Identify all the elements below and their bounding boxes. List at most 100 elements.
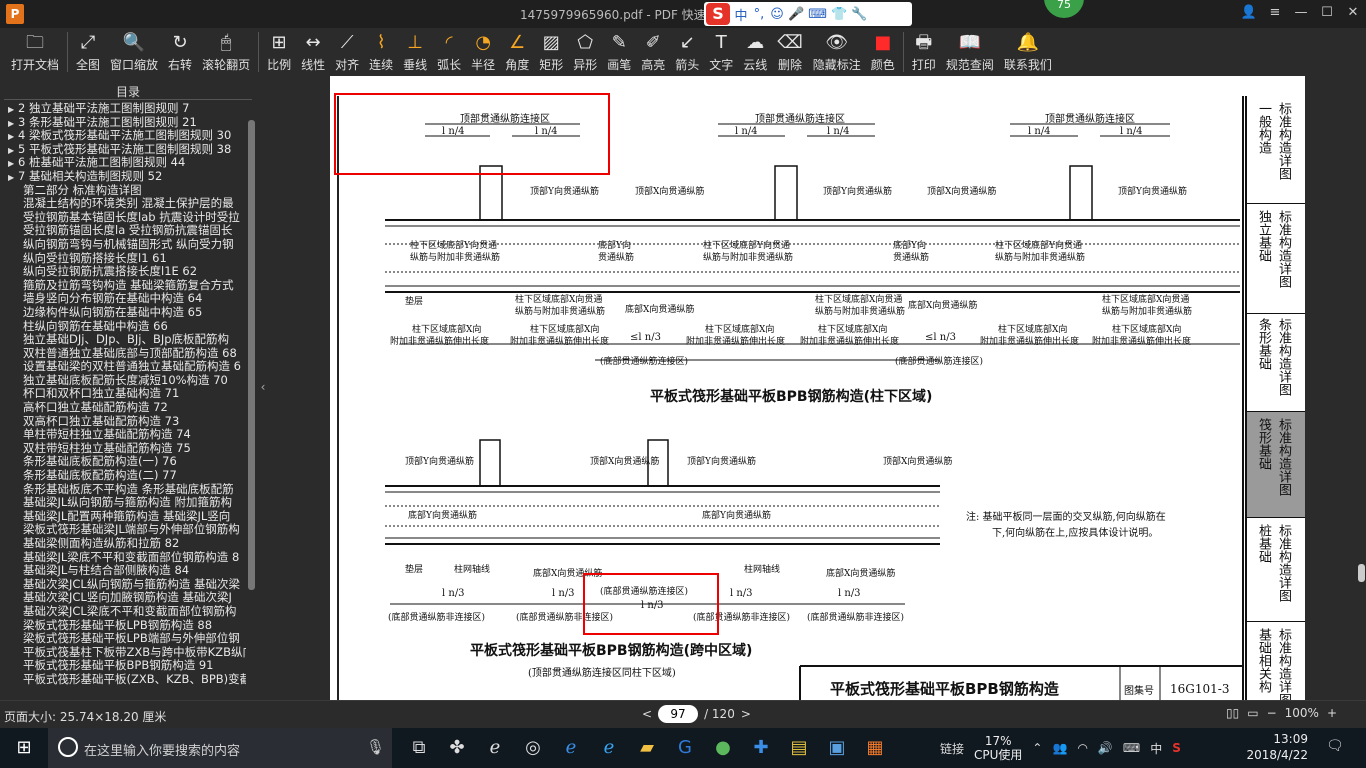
close-button[interactable]: ✕	[1340, 0, 1366, 28]
toc-item[interactable]: 条形基础板底不平构造 条形基础底板配筋	[0, 483, 246, 497]
spiral-app-icon[interactable]: ◎	[514, 728, 552, 768]
task-view-icon[interactable]: ⧉	[400, 728, 438, 768]
toc-item[interactable]: 平板式筏形基础平板(ZXB、KZB、BPB)变截	[0, 673, 246, 687]
menu-icon[interactable]: ≡	[1262, 0, 1288, 28]
expand-arrow-icon[interactable]: ▶	[8, 157, 18, 170]
sogou-logo-icon[interactable]: S	[706, 3, 730, 25]
scale-button[interactable]: ⊞ 比例	[262, 28, 296, 76]
toc-item[interactable]: 柱纵向钢筋在基础中构造 66	[0, 320, 246, 334]
toc-item[interactable]: 双柱普通独立基础底部与顶部配筋构造 68	[0, 347, 246, 361]
rotate-right-button[interactable]: ↻ 右转	[163, 28, 197, 76]
toc-item[interactable]: 纵向受拉钢筋抗震搭接长度l1E 62	[0, 265, 246, 279]
toc-item[interactable]: 条形基础底板配筋构造(一) 76	[0, 455, 246, 469]
text-button[interactable]: T 文字	[704, 28, 738, 76]
rectangle-button[interactable]: ▨ 矩形	[534, 28, 568, 76]
toc-item[interactable]: 梁板式筏形基础平板LPB钢筋构造 88	[0, 619, 246, 633]
expand-arrow-icon[interactable]: ▶	[8, 171, 18, 184]
minimize-button[interactable]: —	[1288, 0, 1314, 28]
notepad-icon[interactable]: ▤	[780, 728, 818, 768]
cloud-line-button[interactable]: ☁ 云线	[738, 28, 772, 76]
blue-plus-app-icon[interactable]: ✚	[742, 728, 780, 768]
hide-annotations-button[interactable]: 👁 隐藏标注	[808, 28, 866, 76]
highlight-button[interactable]: ✐ 高亮	[636, 28, 670, 76]
perpendicular-button[interactable]: ⊥ 垂线	[398, 28, 432, 76]
document-scrollbar[interactable]	[1356, 76, 1366, 700]
toc-item[interactable]: 独立基础底板配筋长度减短10%构造 70	[0, 374, 246, 388]
annotation-rectangle[interactable]	[583, 573, 719, 635]
chevron-up-icon[interactable]: ⌃	[1032, 741, 1042, 755]
side-tab-strip-foundation[interactable]: 标准构造详图 条形基础	[1245, 314, 1305, 412]
toc-item[interactable]: 纵向受拉钢筋搭接长度l1 61	[0, 252, 246, 266]
sogou-tray-icon[interactable]: S	[1172, 741, 1181, 755]
continuous-button[interactable]: ⌇ 连续	[364, 28, 398, 76]
toc-item[interactable]: 平板式筏形基础平板BPB钢筋构造 91	[0, 659, 246, 673]
toc-item[interactable]: 梁板式筏形基础梁JL端部与外伸部位钢筋构	[0, 523, 246, 537]
wifi-icon[interactable]: ◠	[1077, 741, 1087, 755]
spec-query-button[interactable]: 📖 规范查阅	[941, 28, 999, 76]
expand-arrow-icon[interactable]: ▶	[8, 144, 18, 157]
zoom-level[interactable]: 100%	[1285, 706, 1319, 720]
windows-start-icon[interactable]: ⊞	[0, 728, 48, 768]
input-language[interactable]: 中	[1150, 740, 1162, 757]
toc-item[interactable]: 独立基础DJj、DJp、BJj、BJp底板配筋构	[0, 333, 246, 347]
toc-item[interactable]: ▶ 5 平板式筏形基础平法施工图制图规则 38	[0, 143, 246, 157]
side-tab-related-structure[interactable]: 标准构造详图 基础相关构	[1245, 622, 1305, 700]
edge-icon[interactable]: ℯ	[552, 728, 590, 768]
toc-item[interactable]: 单柱带短柱独立基础配筋构造 74	[0, 428, 246, 442]
expand-arrow-icon[interactable]: ▶	[8, 103, 18, 116]
toc-item[interactable]: 基础次梁JCL梁底不平和变截面部位钢筋构	[0, 605, 246, 619]
file-explorer-icon[interactable]: ▰	[628, 728, 666, 768]
toc-item[interactable]: ▶ 7 基础相关构造制图规则 52	[0, 170, 246, 184]
briefcase-app-icon[interactable]: ▣	[818, 728, 856, 768]
toc-item[interactable]: 箍筋及拉筋弯钩构造 基础梁箍筋复合方式	[0, 279, 246, 293]
skin-icon[interactable]: 👕	[831, 7, 847, 22]
prev-page-button[interactable]: <	[642, 707, 652, 721]
toc-item[interactable]: ▶ 4 梁板式筏形基础平法施工图制图规则 30	[0, 129, 246, 143]
toc-scroll-thumb[interactable]	[248, 120, 255, 590]
print-button[interactable]: 🖶 打印	[907, 28, 941, 76]
toc-item[interactable]: 纵向钢筋弯钩与机械锚固形式 纵向受力钢	[0, 238, 246, 252]
keyboard-icon[interactable]: ⌨	[808, 7, 827, 22]
fan-app-icon[interactable]: ✤	[438, 728, 476, 768]
arc-length-button[interactable]: ◜ 弧长	[432, 28, 466, 76]
toc-item[interactable]: 条形基础底板配筋构造(二) 77	[0, 469, 246, 483]
toc-item[interactable]: 基础梁侧面构造纵筋和拉筋 82	[0, 537, 246, 551]
toc-scrollbar[interactable]	[248, 120, 255, 700]
arrow-button[interactable]: ↙ 箭头	[670, 28, 704, 76]
score-badge[interactable]: 75	[1044, 0, 1084, 18]
tray-link-label[interactable]: 链接	[940, 740, 964, 757]
g-app-icon[interactable]: G	[666, 728, 704, 768]
single-page-view-icon[interactable]: ▭	[1247, 706, 1258, 720]
settings-wrench-icon[interactable]: 🔧	[851, 7, 867, 22]
toc-item[interactable]: ▶ 2 独立基础平法施工图制图规则 7	[0, 102, 246, 116]
color-button[interactable]: ■ 颜色	[866, 28, 900, 76]
side-tab-pile-foundation[interactable]: 标准构造详图 桩基础	[1245, 518, 1305, 622]
ime-toolbar[interactable]: S 中 °, ☺ 🎤 ⌨ 👕 🔧	[704, 2, 912, 26]
people-icon[interactable]: 👥	[1052, 741, 1067, 755]
toc-item[interactable]: 墙身竖向分布钢筋在基础中构造 64	[0, 292, 246, 306]
keyboard-icon[interactable]: ⌨	[1123, 741, 1140, 755]
toc-item[interactable]: 平板式筏基柱下板带ZXB与跨中板带KZB纵向	[0, 646, 246, 660]
document-scroll-thumb[interactable]	[1358, 564, 1365, 582]
pdf-app-icon[interactable]: ▦	[856, 728, 894, 768]
toc-item[interactable]: 边缘构件纵向钢筋在基础中构造 65	[0, 306, 246, 320]
zoom-out-button[interactable]: −	[1267, 706, 1277, 720]
toc-item[interactable]: 设置基础梁的双柱普通独立基础配筋构造 6	[0, 360, 246, 374]
toc-item[interactable]: ▶ 3 条形基础平法施工图制图规则 21	[0, 116, 246, 130]
toc-item[interactable]: 基础梁JL与柱结合部侧腋构造 84	[0, 564, 246, 578]
collapse-sidebar-button[interactable]: ‹	[256, 84, 270, 700]
microphone-icon[interactable]: 🎙	[366, 738, 385, 756]
line-length-button[interactable]: ↔ 线性	[296, 28, 330, 76]
browser-e-icon[interactable]: ℯ	[476, 728, 514, 768]
align-button[interactable]: ⟋ 对齐	[330, 28, 364, 76]
cpu-usage[interactable]: 17% CPU使用	[974, 734, 1022, 762]
emoji-icon[interactable]: ☺	[770, 7, 784, 22]
notification-icon[interactable]: 🗨	[1326, 738, 1344, 754]
ime-punctuation[interactable]: °,	[752, 7, 766, 22]
clock[interactable]: 13:09 2018/4/22	[1242, 731, 1308, 763]
toc-item[interactable]: 高杯口独立基础配筋构造 72	[0, 401, 246, 415]
maximize-button[interactable]: ☐	[1314, 0, 1340, 28]
toc-item[interactable]: 第二部分 标准构造详图	[0, 184, 246, 198]
contact-us-button[interactable]: 🔔 联系我们	[999, 28, 1057, 76]
toc-item[interactable]: 基础次梁JCL纵向钢筋与箍筋构造 基础次梁	[0, 578, 246, 592]
